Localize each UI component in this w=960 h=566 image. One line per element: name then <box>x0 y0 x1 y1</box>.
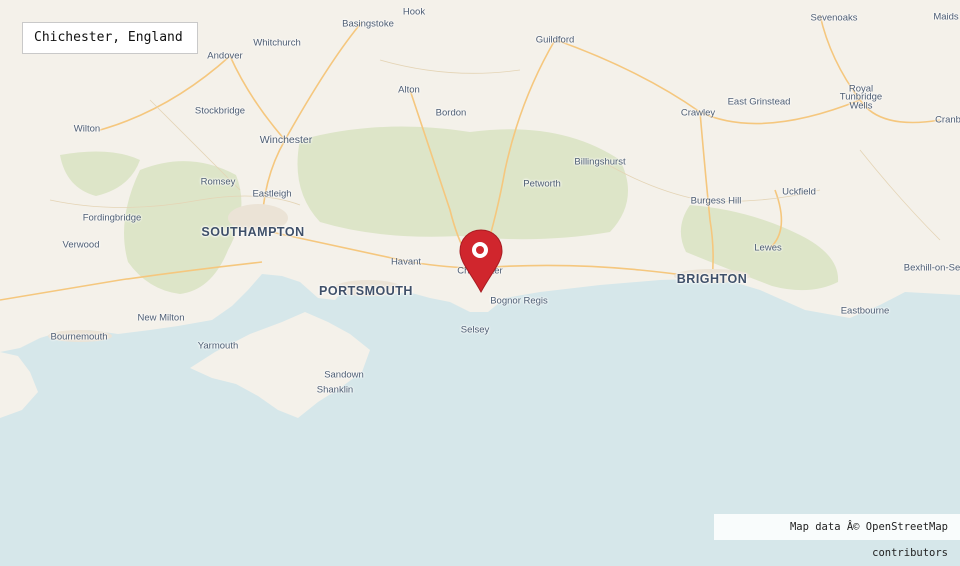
west-coast <box>0 352 38 418</box>
place-label: Burgess Hill <box>690 195 742 207</box>
place-label: Bordon <box>435 107 467 119</box>
place-label: Verwood <box>62 239 100 251</box>
place-label: Uckfield <box>782 186 816 198</box>
place-label: Winchester <box>259 134 313 146</box>
place-label: Sandown <box>324 369 364 381</box>
place-label: Whitchurch <box>253 37 301 49</box>
place-label: Fordingbridge <box>82 212 142 224</box>
place-label: East Grinstead <box>727 96 791 108</box>
place-label: Yarmouth <box>197 340 239 352</box>
map-canvas[interactable]: Hook Basingstoke Andover Whitchurch Guil… <box>0 0 960 540</box>
place-label: Hook <box>402 6 426 18</box>
place-label: Selsey <box>460 324 490 336</box>
place-label: Alton <box>398 84 420 96</box>
place-label: Bexhill-on-Se <box>903 262 960 274</box>
place-label: New Milton <box>137 312 185 324</box>
place-label: Basingstoke <box>342 18 394 30</box>
place-label: Romsey <box>200 176 236 188</box>
place-label: BRIGHTON <box>676 272 748 286</box>
place-label: Maids <box>933 11 959 23</box>
map-attribution[interactable]: Map data Â© OpenStreetMap contributors <box>714 514 960 559</box>
place-label: Lewes <box>754 242 782 254</box>
place-label: Bognor Regis <box>490 295 548 307</box>
isle-of-wight <box>190 312 370 418</box>
place-label: Andover <box>207 50 243 62</box>
place-label: Sevenoaks <box>810 12 858 24</box>
place-label: Eastbourne <box>840 305 890 317</box>
place-label: Havant <box>390 256 422 268</box>
place-label: Billingshurst <box>574 156 626 168</box>
place-label: Crawley <box>680 107 716 119</box>
place-label: Stockbridge <box>194 105 246 117</box>
place-label: Guildford <box>535 34 575 46</box>
map-pin-icon[interactable] <box>458 228 504 294</box>
place-label: PORTSMOUTH <box>319 284 413 298</box>
place-label: Wells <box>849 100 873 112</box>
place-label: Eastleigh <box>252 188 292 200</box>
place-label: Bournemouth <box>50 331 108 343</box>
place-label: Shanklin <box>316 384 354 396</box>
place-label: SOUTHAMPTON <box>201 225 305 239</box>
place-label: Cranb <box>935 114 960 126</box>
place-label: Wilton <box>73 123 101 135</box>
place-label: Petworth <box>523 178 561 190</box>
location-title: Chichester, England <box>22 22 198 54</box>
